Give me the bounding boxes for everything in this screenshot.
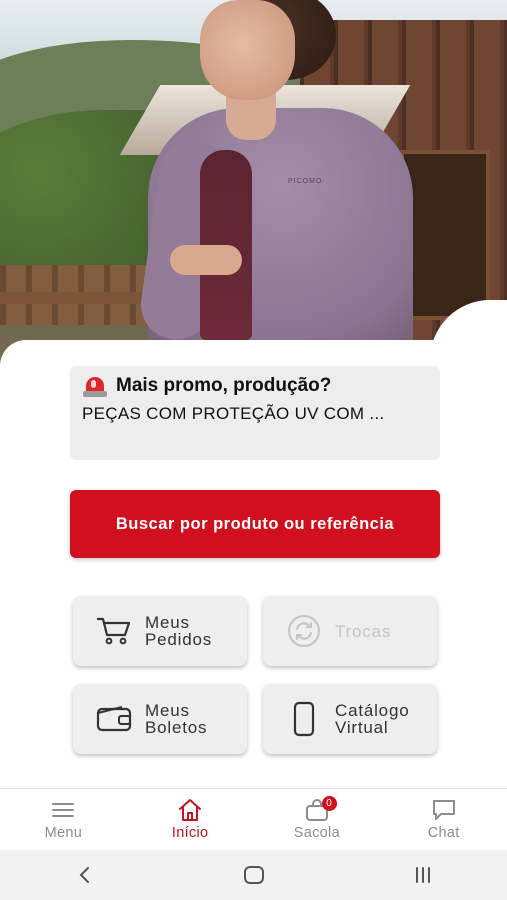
exchange-icon (285, 612, 323, 650)
hero-hand (170, 245, 242, 275)
my-orders-button[interactable]: Meus Pedidos (73, 596, 247, 666)
system-recents-button[interactable] (393, 855, 453, 895)
nav-menu[interactable]: Menu (0, 789, 127, 850)
hero-face (200, 0, 295, 100)
bag-count-badge: 0 (321, 796, 337, 811)
hero-rail (0, 292, 160, 304)
hero-jacket-logo: PICOMO (288, 178, 323, 185)
hero-window (400, 150, 490, 320)
cart-icon (95, 612, 133, 650)
system-home-button[interactable] (224, 855, 284, 895)
my-bills-button[interactable]: Meus Boletos (73, 684, 247, 754)
bottom-navigation: Menu Início 0 Sacola Chat (0, 788, 507, 850)
virtual-catalog-button[interactable]: Catálogo Virtual (263, 684, 437, 754)
promo-title-row: Mais promo, produção? (82, 374, 428, 398)
exchanges-button[interactable]: Trocas (263, 596, 437, 666)
wallet-icon (95, 700, 133, 738)
recents-icon (415, 867, 430, 883)
virtual-catalog-label-line2: Virtual (335, 718, 389, 737)
nav-chat[interactable]: Chat (380, 789, 507, 850)
nav-bag[interactable]: 0 Sacola (254, 789, 381, 850)
home-icon (177, 798, 203, 822)
system-back-button[interactable] (55, 855, 115, 895)
my-orders-label: Meus Pedidos (145, 614, 212, 648)
promo-title: Mais promo, produção? (116, 375, 332, 396)
nav-home[interactable]: Início (127, 789, 254, 850)
my-orders-label-line2: Pedidos (145, 630, 213, 649)
home-square-icon (243, 866, 264, 884)
exchanges-label: Trocas (335, 621, 392, 641)
siren-icon (82, 374, 108, 398)
promo-card[interactable]: Mais promo, produção? PEÇAS COM PROTEÇÃO… (70, 366, 440, 460)
phone-icon (285, 700, 323, 738)
nav-bag-label: Sacola (293, 825, 340, 841)
chat-icon (431, 798, 457, 822)
system-navigation-bar (0, 850, 507, 900)
nav-home-label: Início (171, 825, 209, 841)
search-product-button[interactable]: Buscar por produto ou referência (70, 490, 440, 558)
promo-subtitle: PEÇAS COM PROTEÇÃO UV COM ... (82, 404, 385, 423)
hamburger-icon (51, 798, 75, 822)
hero-banner-image[interactable]: PICOMO (0, 0, 507, 372)
back-chevron-icon (79, 867, 89, 883)
my-bills-label: Meus Boletos (145, 702, 207, 736)
nav-chat-label: Chat (427, 825, 460, 841)
virtual-catalog-label: Catálogo Virtual (335, 702, 409, 736)
my-bills-label-line2: Boletos (145, 718, 208, 737)
nav-menu-label: Menu (44, 825, 83, 841)
